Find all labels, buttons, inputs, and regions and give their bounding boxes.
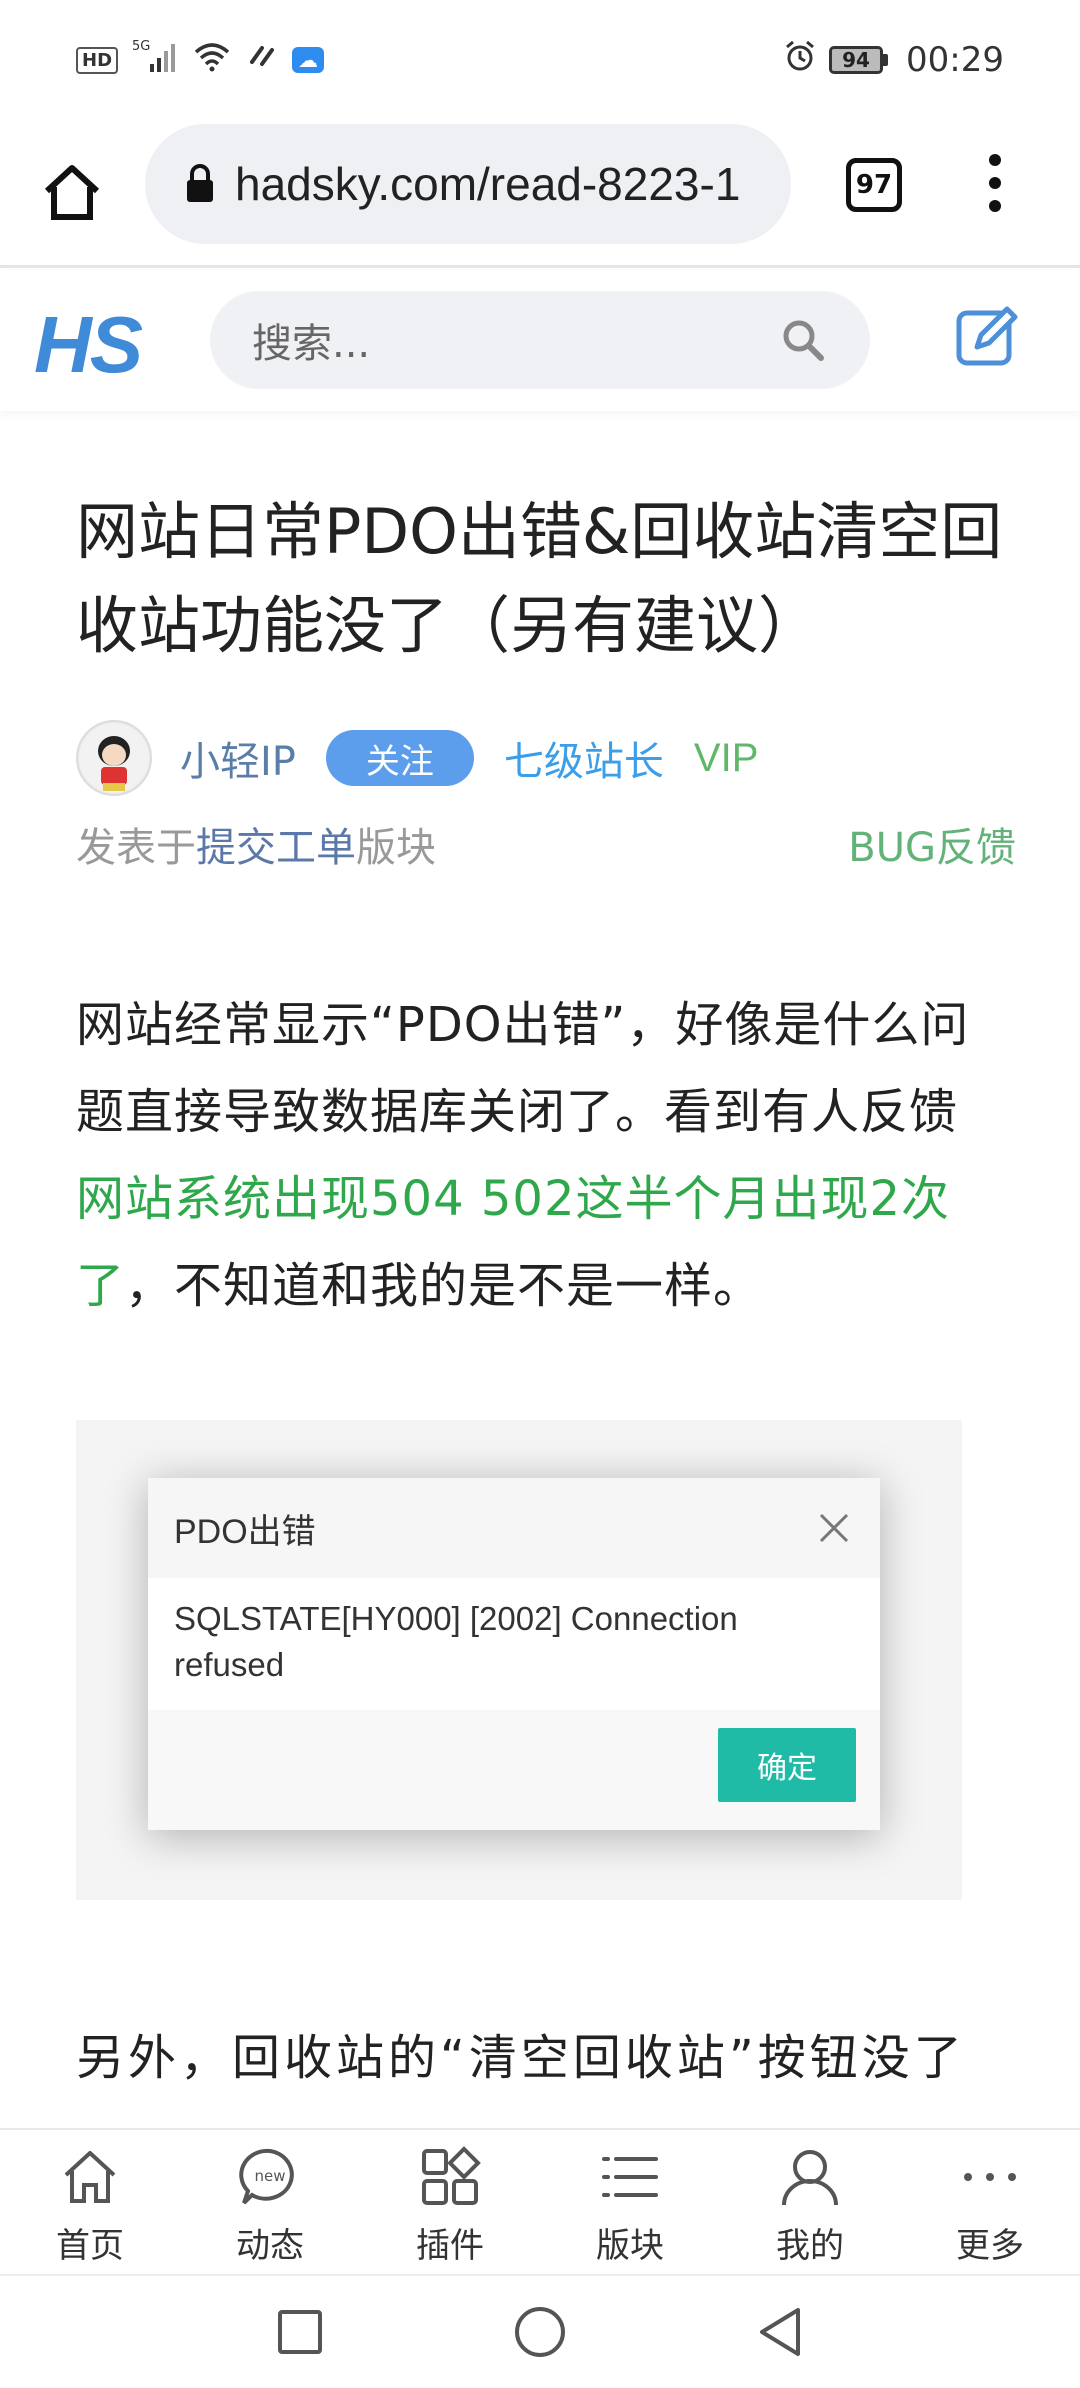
close-icon [814,1508,854,1548]
nav-item-activity[interactable]: new 动态 [180,2130,360,2272]
user-level: 七级站长 [503,739,664,785]
new-chat-icon: new [235,2142,305,2212]
status-left: HD 5G ☁ [76,38,325,83]
user-icon [775,2142,845,2212]
signal-icon: 5G [132,38,178,83]
browser-toolbar: hadsky.com/read-8223-1 97 [0,120,1080,268]
status-right: 94 00:29 [783,39,1004,82]
nav-label: 我的 [776,2226,844,2266]
nav-label: 动态 [236,2226,304,2266]
svg-text:new: new [254,2167,285,2185]
meta-prefix: 发表于 [76,825,196,871]
status-bar: HD 5G ☁ 94 00:29 [0,0,1080,120]
browser-menu-button[interactable] [975,148,1015,218]
article-paragraph: 网站经常显示“PDO出错”，好像是什么问题直接导致数据库关闭了。看到有人反馈 网… [76,982,1016,1330]
category-tag[interactable]: BUG反馈 [848,815,1016,873]
author-name[interactable]: 小轻IP [180,729,296,787]
avatar-image [79,723,149,793]
nav-label: 插件 [416,2226,484,2266]
apps-icon [415,2142,485,2212]
lock-icon [187,164,213,202]
more-icon [955,2142,1025,2212]
bottom-nav: 首页 new 动态 插件 版块 我的 更多 [0,2128,1080,2272]
address-bar[interactable]: hadsky.com/read-8223-1 [145,124,791,244]
nav-item-plugins[interactable]: 插件 [360,2130,540,2272]
wifi-icon [192,40,232,81]
tab-switcher-button[interactable]: 97 [846,158,902,212]
nav-item-boards[interactable]: 版块 [540,2130,720,2272]
meta-suffix: 版块 [356,825,436,871]
browser-home-button[interactable] [32,153,112,233]
search-input[interactable]: 搜索... [210,291,870,389]
alarm-icon [783,39,817,82]
board-link[interactable]: 提交工单 [196,815,356,873]
home-icon [44,164,100,220]
system-nav-bar [0,2274,1080,2388]
back-triangle-icon [760,2308,800,2356]
dialog-message: SQLSTATE[HY000] [2002] Connection refuse… [174,1600,738,1683]
dialog-header: PDO出错 [148,1478,880,1578]
dialog-title: PDO出错 [174,1512,316,1551]
nav-label: 首页 [56,2226,124,2266]
site-logo[interactable]: HS [34,299,143,391]
article-title: 网站日常PDO出错&回收站清空回收站功能没了（另有建议） [76,495,1003,662]
link-icon [246,40,278,81]
url-text: hadsky.com/read-8223-1 [235,158,741,210]
recents-button[interactable] [270,2302,330,2362]
avatar[interactable] [76,720,152,796]
vip-badge: VIP [693,735,759,780]
hd-badge: HD [76,46,119,74]
nav-item-more[interactable]: 更多 [900,2130,1080,2272]
nav-label: 版块 [596,2226,664,2266]
home-icon [55,2142,125,2212]
clock: 00:29 [906,40,1004,80]
paragraph-text: 网站经常显示“PDO出错”，好像是什么问题直接导致数据库关闭了。看到有人反馈 [76,997,970,1140]
square-icon [278,2310,322,2354]
error-dialog-image: PDO出错 SQLSTATE[HY000] [2002] Connection … [148,1478,880,1830]
back-button[interactable] [750,2302,810,2362]
paragraph-text-end: ，不知道和我的是不是一样。 [125,1258,763,1314]
battery-level: 94 [829,46,884,74]
network-type-label: 5G [132,39,150,54]
search-placeholder: 搜索... [252,321,371,367]
follow-button[interactable]: 关注 [325,730,474,786]
search-icon[interactable] [778,315,828,365]
page: HD 5G ☁ 94 00:29 hadsky.com/read-8223-1 … [0,0,1080,2388]
dialog-footer: 确定 [148,1710,880,1830]
nav-item-home[interactable]: 首页 [0,2130,180,2272]
cloud-icon: ☁ [292,47,325,73]
post-meta: 发表于 提交工单 版块 BUG反馈 [76,812,1016,876]
nav-label: 更多 [956,2226,1024,2266]
battery-icon: 94 [829,46,889,74]
dialog-ok-button: 确定 [718,1728,856,1802]
article-image[interactable]: PDO出错 SQLSTATE[HY000] [2002] Connection … [76,1420,962,1900]
edit-icon [956,306,1018,366]
site-header: HS 搜索... [0,271,1080,411]
system-home-button[interactable] [510,2302,570,2362]
nav-item-profile[interactable]: 我的 [720,2130,900,2272]
list-icon [595,2142,665,2212]
author-row: 小轻IP 关注 七级站长 VIP [76,718,1016,798]
circle-icon [515,2307,565,2357]
article-paragraph-2: 另外，回收站的“清空回收站”按钮没了 [76,2030,966,2086]
new-post-button[interactable] [953,301,1023,371]
